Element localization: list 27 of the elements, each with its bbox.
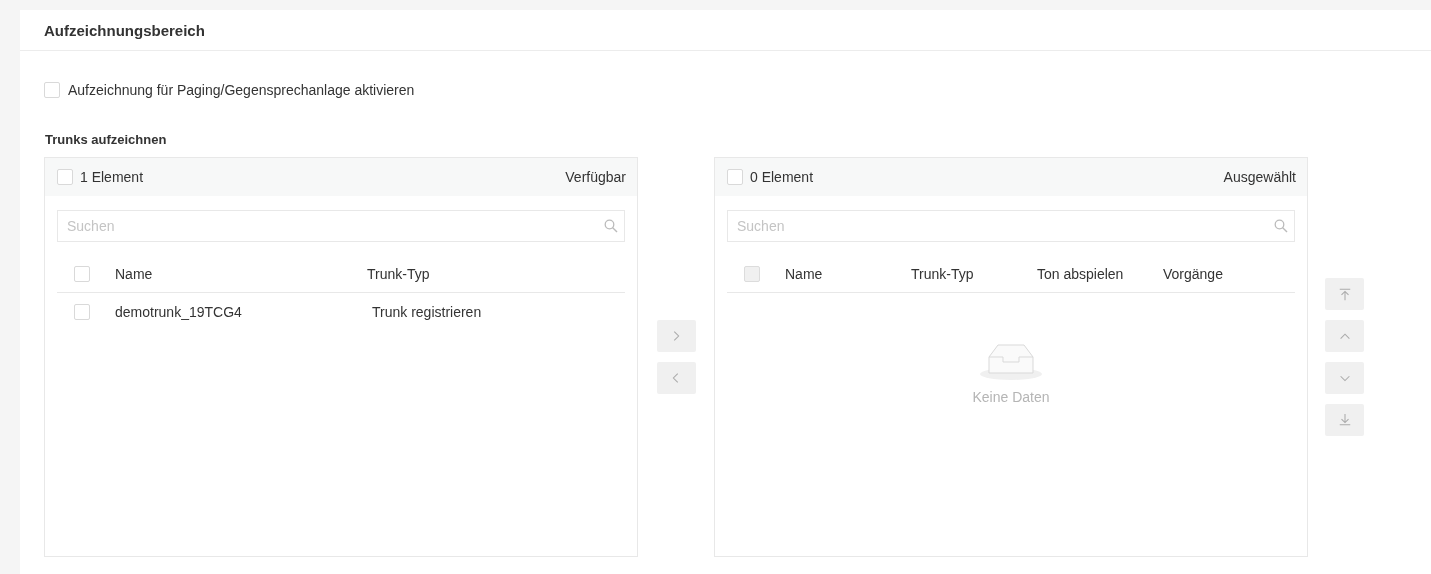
checkbox[interactable] — [74, 303, 90, 320]
field-label: Trunks aufzeichnen — [45, 132, 168, 147]
panel-title: Ausgewählt — [1223, 169, 1296, 185]
table-cell-text: Trunk registrieren — [371, 303, 483, 320]
search-field[interactable]: Suchen — [57, 210, 625, 242]
column-header: Vorgänge — [1163, 266, 1224, 282]
search-icon — [1274, 219, 1288, 233]
arrow-to-bottom-icon — [1337, 413, 1352, 427]
item-count: 1 Element — [80, 169, 144, 185]
search-field[interactable]: Suchen — [727, 210, 1295, 242]
panel-title: Verfügbar — [565, 169, 626, 185]
checkbox[interactable] — [44, 82, 60, 98]
column-header: Ton abspielen — [1037, 266, 1125, 282]
arrow-to-top-icon — [1337, 287, 1352, 301]
checkbox[interactable] — [727, 169, 743, 185]
table-cell-text: demotrunk_19TCG4 — [115, 303, 243, 320]
checkbox[interactable] — [74, 266, 90, 282]
column-header: Name — [115, 266, 154, 282]
item-count: 0 Element — [750, 169, 814, 185]
checkbox-label: Aufzeichnung für Paging/Gegensprechanlage aktivieren — [68, 82, 415, 98]
column-header: Trunk-Typ — [367, 266, 431, 282]
column-header: Trunk-Typ — [911, 266, 975, 282]
search-icon — [604, 219, 618, 233]
section-title: Aufzeichnungsbereich — [20, 10, 1431, 51]
empty-text: Keine Daten — [972, 389, 1050, 405]
checkbox[interactable] — [57, 169, 73, 185]
column-header: Name — [785, 266, 824, 282]
